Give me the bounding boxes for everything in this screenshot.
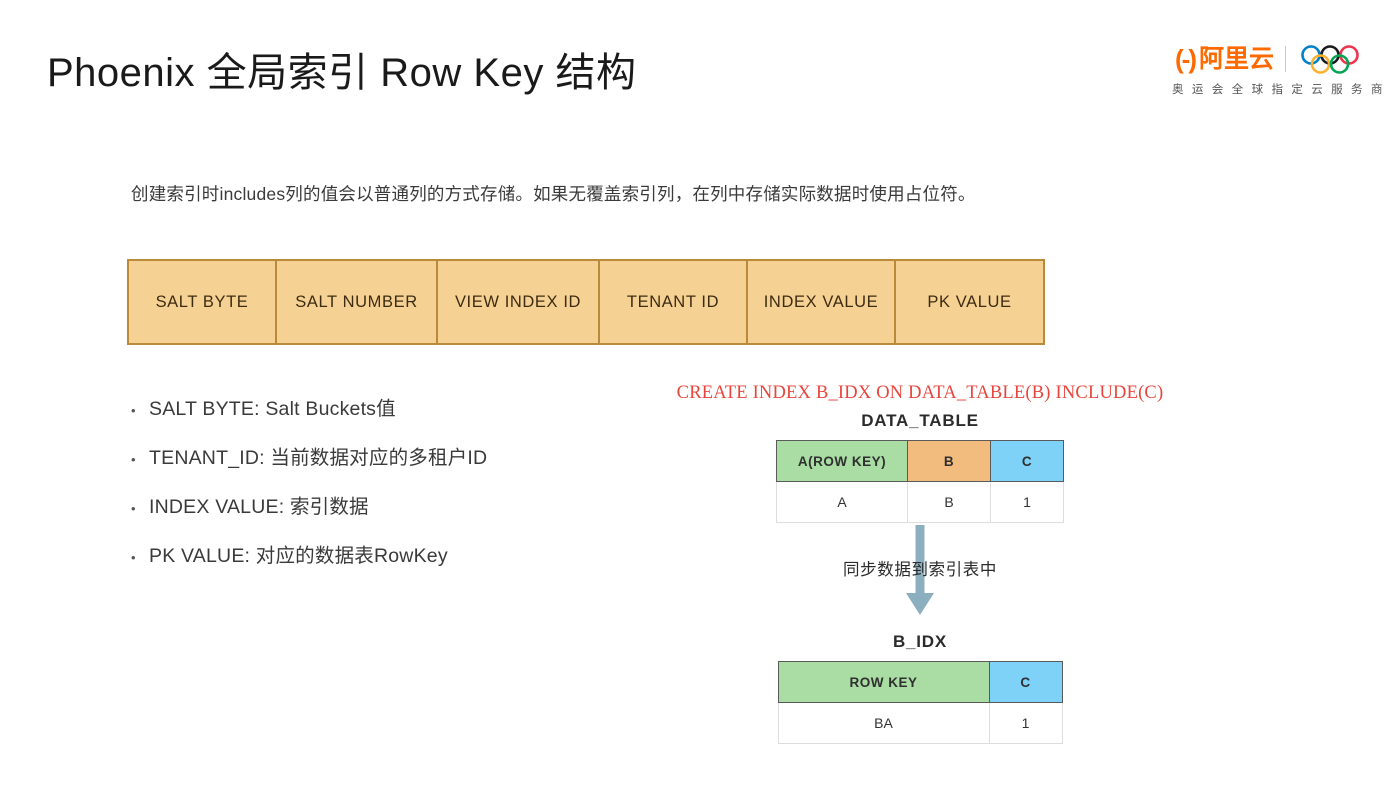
bullet-marker-icon: • [131, 403, 136, 418]
table-header-cell: ROW KEY [777, 661, 990, 703]
list-item-label: SALT BYTE: Salt Buckets值 [149, 398, 396, 420]
table-header-row: ROW KEY C [777, 661, 1063, 703]
list-item: • INDEX VALUE: 索引数据 [131, 490, 611, 539]
table-cell: 1 [990, 481, 1064, 523]
brand-logo: (-) 阿里云 奥 运 会 全 球 指 定 云 服 务 商 [1172, 42, 1386, 97]
table-cell: A [776, 481, 908, 523]
table-header-cell: A(ROW KEY) [776, 440, 908, 482]
list-item: • PK VALUE: 对应的数据表RowKey [131, 539, 611, 588]
table-header-cell: C [990, 440, 1064, 482]
bullet-list: • SALT BYTE: Salt Buckets值 • TENANT_ID: 当前数… [131, 392, 611, 588]
rowkey-cell: SALT BYTE [129, 261, 277, 343]
brand-divider [1285, 46, 1286, 72]
page-title: Phoenix 全局索引 Row Key 结构 [47, 51, 637, 95]
table-row: AB1 [776, 481, 1064, 523]
rowkey-cell: VIEW INDEX ID [438, 261, 600, 343]
list-item: • SALT BYTE: Salt Buckets值 [131, 392, 611, 441]
bullet-marker-icon: • [131, 550, 136, 565]
index-table-caption: B_IDX [892, 632, 948, 651]
list-item: • TENANT_ID: 当前数据对应的多租户ID [131, 441, 611, 490]
bullet-marker-icon: • [131, 452, 136, 467]
table-header-row: A(ROW KEY) B C [776, 440, 1064, 482]
rowkey-structure-strip: SALT BYTE SALT NUMBER VIEW INDEX ID TENANT … [127, 259, 1045, 345]
alibaba-cloud-bracket-icon: (-) [1175, 44, 1197, 74]
rowkey-cell: INDEX VALUE [748, 261, 896, 343]
data-table: A(ROW KEY) B C A B 1 [776, 440, 1064, 523]
list-item-label: PK VALUE: 对应的数据表RowKey [149, 545, 448, 567]
alibaba-cloud-mark: (-) 阿里云 [1175, 46, 1274, 72]
index-table: ROW KEY C BA 1 [777, 661, 1063, 744]
table-header-cell: C [988, 661, 1063, 703]
list-item-label: TENANT_ID: 当前数据对应的多租户ID [149, 447, 488, 469]
create-index-sql: CREATE INDEX B_IDX ON DATA_TABLE(B) INCL… [676, 383, 1164, 403]
list-item-label: INDEX VALUE: 索引数据 [149, 496, 369, 518]
brand-logo-row: (-) 阿里云 [1172, 42, 1372, 76]
bullet-marker-icon: • [131, 501, 136, 516]
table-cell: B [907, 481, 991, 523]
rowkey-cell: TENANT ID [600, 261, 748, 343]
table-cell: 1 [988, 702, 1063, 744]
data-table-caption: DATA_TABLE [861, 411, 979, 430]
index-flow-diagram: CREATE INDEX B_IDX ON DATA_TABLE(B) INCL… [670, 383, 1170, 744]
table-cell: BA [777, 702, 990, 744]
sync-flow-label: 同步数据到索引表中 [843, 561, 997, 579]
brand-name: 阿里云 [1198, 44, 1274, 73]
olympic-rings-icon [1301, 45, 1359, 74]
brand-tagline: 奥 运 会 全 球 指 定 云 服 务 商 [1172, 84, 1386, 96]
table-row: BA 1 [777, 702, 1063, 744]
intro-paragraph: 创建索引时includes列的值会以普通列的方式存储。如果无覆盖索引列，在列中存… [131, 184, 976, 204]
rowkey-cell: SALT NUMBER [277, 261, 438, 343]
rowkey-cell: PK VALUE [896, 261, 1043, 343]
table-header-cell: B [907, 440, 991, 482]
sync-flow: 同步数据到索引表中 [670, 525, 1170, 625]
